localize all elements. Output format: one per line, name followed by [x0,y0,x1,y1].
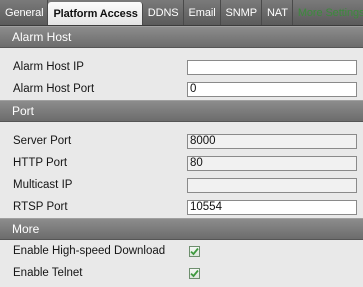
rtsp-port-input[interactable] [187,199,357,215]
multicast-ip-input[interactable] [187,177,357,193]
check-icon [190,269,199,277]
alarm-host-ip-label: Alarm Host IP [13,61,84,73]
server-port-label: Server Port [13,135,72,147]
section-header-alarm-host: Alarm Host [0,26,363,48]
tab-email[interactable]: Email [184,0,221,25]
high-speed-download-row: Enable High-speed Download [0,240,363,262]
rtsp-port-row: RTSP Port [0,196,363,218]
section-header-more: More [0,218,363,240]
multicast-ip-label: Multicast IP [13,179,73,191]
tab-bar: General Platform Access DDNS Email SNMP … [0,0,363,26]
alarm-host-port-label: Alarm Host Port [13,83,95,95]
alarm-host-port-row: Alarm Host Port [0,78,363,100]
high-speed-download-checkbox[interactable] [189,245,200,257]
tab-ddns[interactable]: DDNS [143,0,184,25]
server-port-row: Server Port [0,130,363,152]
alarm-host-port-input[interactable] [187,81,357,97]
high-speed-download-label: Enable High-speed Download [13,245,166,257]
tab-more-settings[interactable]: More Settings [293,0,363,25]
alarm-host-ip-row: Alarm Host IP [0,56,363,78]
telnet-checkbox[interactable] [189,267,200,279]
http-port-input[interactable] [187,155,357,171]
telnet-label: Enable Telnet [13,267,83,279]
tab-platform-access[interactable]: Platform Access [48,2,143,25]
tab-snmp[interactable]: SNMP [221,0,262,25]
rtsp-port-label: RTSP Port [13,201,68,213]
alarm-host-ip-input[interactable] [187,59,357,75]
http-port-label: HTTP Port [13,157,68,169]
telnet-row: Enable Telnet [0,262,363,284]
multicast-ip-row: Multicast IP [0,174,363,196]
server-port-input[interactable] [187,133,357,149]
check-icon [190,247,199,255]
tab-nat[interactable]: NAT [262,0,293,25]
section-header-port: Port [0,100,363,122]
http-port-row: HTTP Port [0,152,363,174]
tab-general[interactable]: General [0,0,49,25]
